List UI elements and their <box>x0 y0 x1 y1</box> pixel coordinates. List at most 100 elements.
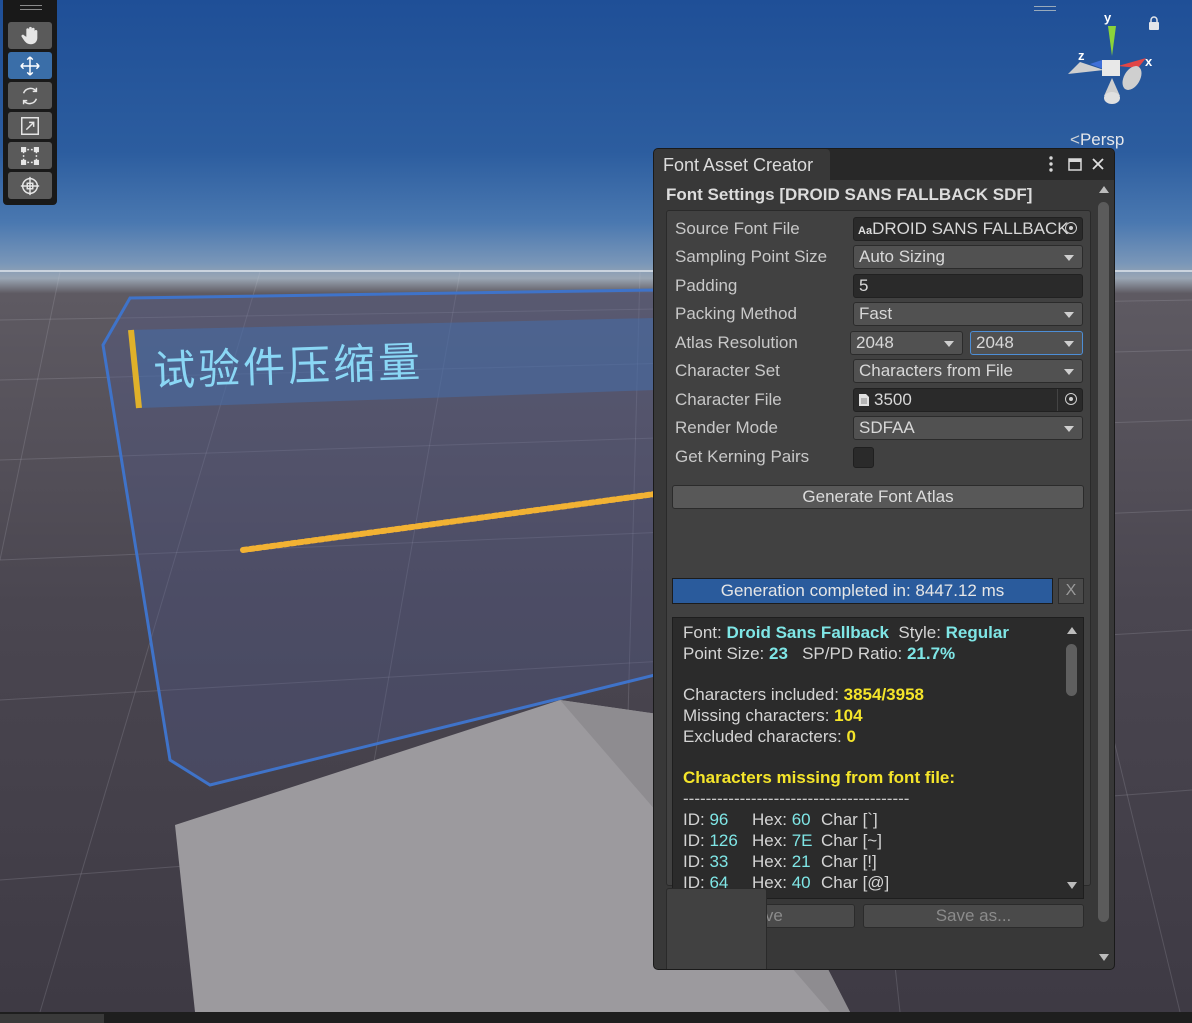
rect-tool-button[interactable] <box>8 142 52 169</box>
char-label: Char <box>821 810 863 829</box>
char-id: 96 <box>709 810 729 829</box>
sign-text: 试验件压缩量 <box>152 337 424 396</box>
text-asset-icon <box>859 394 869 406</box>
padding-input[interactable]: 5 <box>853 274 1083 298</box>
window-scrollbar[interactable] <box>1094 180 1114 969</box>
source-font-field[interactable]: AaDROID SANS FALLBACK <box>853 217 1083 241</box>
progress-text: Generation completed in: 8447.12 ms <box>720 581 1005 600</box>
char-glyph: [~] <box>862 831 882 850</box>
font-value: Droid Sans Fallback <box>726 623 889 642</box>
atlas-height-value: 2048 <box>976 333 1014 352</box>
atlas-preview-area <box>666 888 767 969</box>
output-info-box[interactable]: Font: Droid Sans Fallback Style: Regular… <box>672 617 1084 899</box>
char-id: 33 <box>709 852 729 871</box>
transform-icon <box>20 176 40 195</box>
hand-icon <box>21 26 38 44</box>
scale-tool-button[interactable] <box>8 112 52 139</box>
sampling-dropdown[interactable]: Auto Sizing <box>853 245 1083 269</box>
generate-atlas-button[interactable]: Generate Font Atlas <box>672 485 1084 509</box>
separator-line: ---------------------------------------- <box>683 789 910 808</box>
object-picker-icon[interactable] <box>1065 393 1077 405</box>
ratio-value: 21.7% <box>906 644 956 663</box>
object-picker-icon[interactable] <box>1065 222 1077 234</box>
close-icon[interactable] <box>1088 153 1108 175</box>
charfile-field[interactable]: 3500 <box>853 388 1083 412</box>
dropdown-arrow-icon <box>1064 341 1074 347</box>
char-hex: 60 <box>791 810 811 829</box>
atlas-height-dropdown[interactable]: 2048 <box>970 331 1083 355</box>
charset-label: Character Set <box>675 361 780 380</box>
hex-label: Hex: <box>752 852 792 871</box>
save-as-button[interactable]: Save as... <box>863 904 1084 928</box>
point-size-line: Point Size: 23 SP/PD Ratio: 21.7% <box>683 643 955 664</box>
toolbar-grip-icon[interactable] <box>20 5 42 6</box>
excluded-value: 0 <box>846 727 856 746</box>
char-glyph: [@] <box>862 873 890 892</box>
atlas-width-dropdown[interactable]: 2048 <box>850 331 963 355</box>
missing-line: Missing characters: 104 <box>683 705 863 726</box>
packing-value: Fast <box>859 304 893 323</box>
scroll-down-icon[interactable] <box>1067 882 1077 889</box>
window-scroll-down-icon[interactable] <box>1099 954 1109 961</box>
hex-label: Hex: <box>752 831 792 850</box>
info-scrollbar[interactable] <box>1061 618 1083 898</box>
dropdown-arrow-icon <box>1064 369 1074 375</box>
generation-progress-bar: Generation completed in: 8447.12 ms <box>672 578 1053 604</box>
ratio-label: SP/PD Ratio: <box>787 644 907 663</box>
missing-value: 104 <box>834 706 863 725</box>
persp-arrow-icon: < <box>1070 130 1080 149</box>
missing-row-cell: Hex: 21 <box>752 851 811 872</box>
packing-label: Packing Method <box>675 304 797 323</box>
window-tab[interactable]: Font Asset Creator <box>654 149 830 180</box>
transform-tool-button[interactable] <box>8 172 52 199</box>
missing-row-cell: ID: 33 <box>683 851 728 872</box>
orientation-gizmo[interactable]: y x z <box>1060 8 1160 118</box>
clear-progress-button[interactable]: X <box>1058 578 1084 604</box>
render-label: Render Mode <box>675 418 779 437</box>
bottom-status-bar <box>0 1012 1192 1023</box>
gizmo-x-label: x <box>1145 54 1153 69</box>
excluded-line: Excluded characters: 0 <box>683 726 856 747</box>
missing-row-cell: Char [!] <box>821 851 877 872</box>
point-value: 23 <box>769 644 788 663</box>
font-label: Font: <box>683 623 727 642</box>
window-scroll-up-icon[interactable] <box>1099 186 1109 193</box>
charset-value: Characters from File <box>859 361 1013 380</box>
charset-dropdown[interactable]: Characters from File <box>853 359 1083 383</box>
packing-dropdown[interactable]: Fast <box>853 302 1083 326</box>
window-tabstrip: Font Asset Creator <box>654 149 1114 180</box>
more-options-icon[interactable] <box>1041 153 1061 175</box>
maximize-icon[interactable] <box>1065 153 1085 175</box>
rotate-tool-button[interactable] <box>8 82 52 109</box>
gizmo-y-label: y <box>1104 10 1112 25</box>
font-info-line: Font: Droid Sans Fallback Style: Regular <box>683 622 1009 643</box>
padding-label: Padding <box>675 276 738 295</box>
projection-label: Persp <box>1079 130 1125 149</box>
sampling-value: Auto Sizing <box>859 247 945 266</box>
kerning-checkbox[interactable] <box>853 447 874 468</box>
window-scroll-thumb[interactable] <box>1098 202 1109 922</box>
char-hex: 21 <box>791 852 811 871</box>
source-font-label: Source Font File <box>675 219 800 238</box>
missing-label: Missing characters: <box>683 706 835 725</box>
render-dropdown[interactable]: SDFAA <box>853 416 1083 440</box>
missing-header: Characters missing from font file: <box>683 768 956 787</box>
scroll-thumb[interactable] <box>1066 644 1077 696</box>
kerning-label: Get Kerning Pairs <box>675 447 810 466</box>
included-label: Characters included: <box>683 685 844 704</box>
scene-drag-grip-icon[interactable] <box>1034 6 1056 7</box>
missing-row-cell: Char [@] <box>821 872 889 893</box>
dropdown-arrow-icon <box>944 341 954 347</box>
projection-toggle[interactable]: <Persp <box>1070 130 1124 150</box>
gizmo-z-label: z <box>1078 48 1085 63</box>
char-label: Char <box>821 831 863 850</box>
rect-transform-icon <box>21 146 39 165</box>
move-tool-button[interactable] <box>8 52 52 79</box>
scroll-up-icon[interactable] <box>1067 627 1077 634</box>
atlas-width-value: 2048 <box>856 333 894 352</box>
id-label: ID: <box>683 852 710 871</box>
hand-tool-button[interactable] <box>8 22 52 49</box>
atlas-label: Atlas Resolution <box>675 333 798 352</box>
style-value: Regular <box>945 623 1009 642</box>
bottom-tab[interactable] <box>0 1014 104 1023</box>
